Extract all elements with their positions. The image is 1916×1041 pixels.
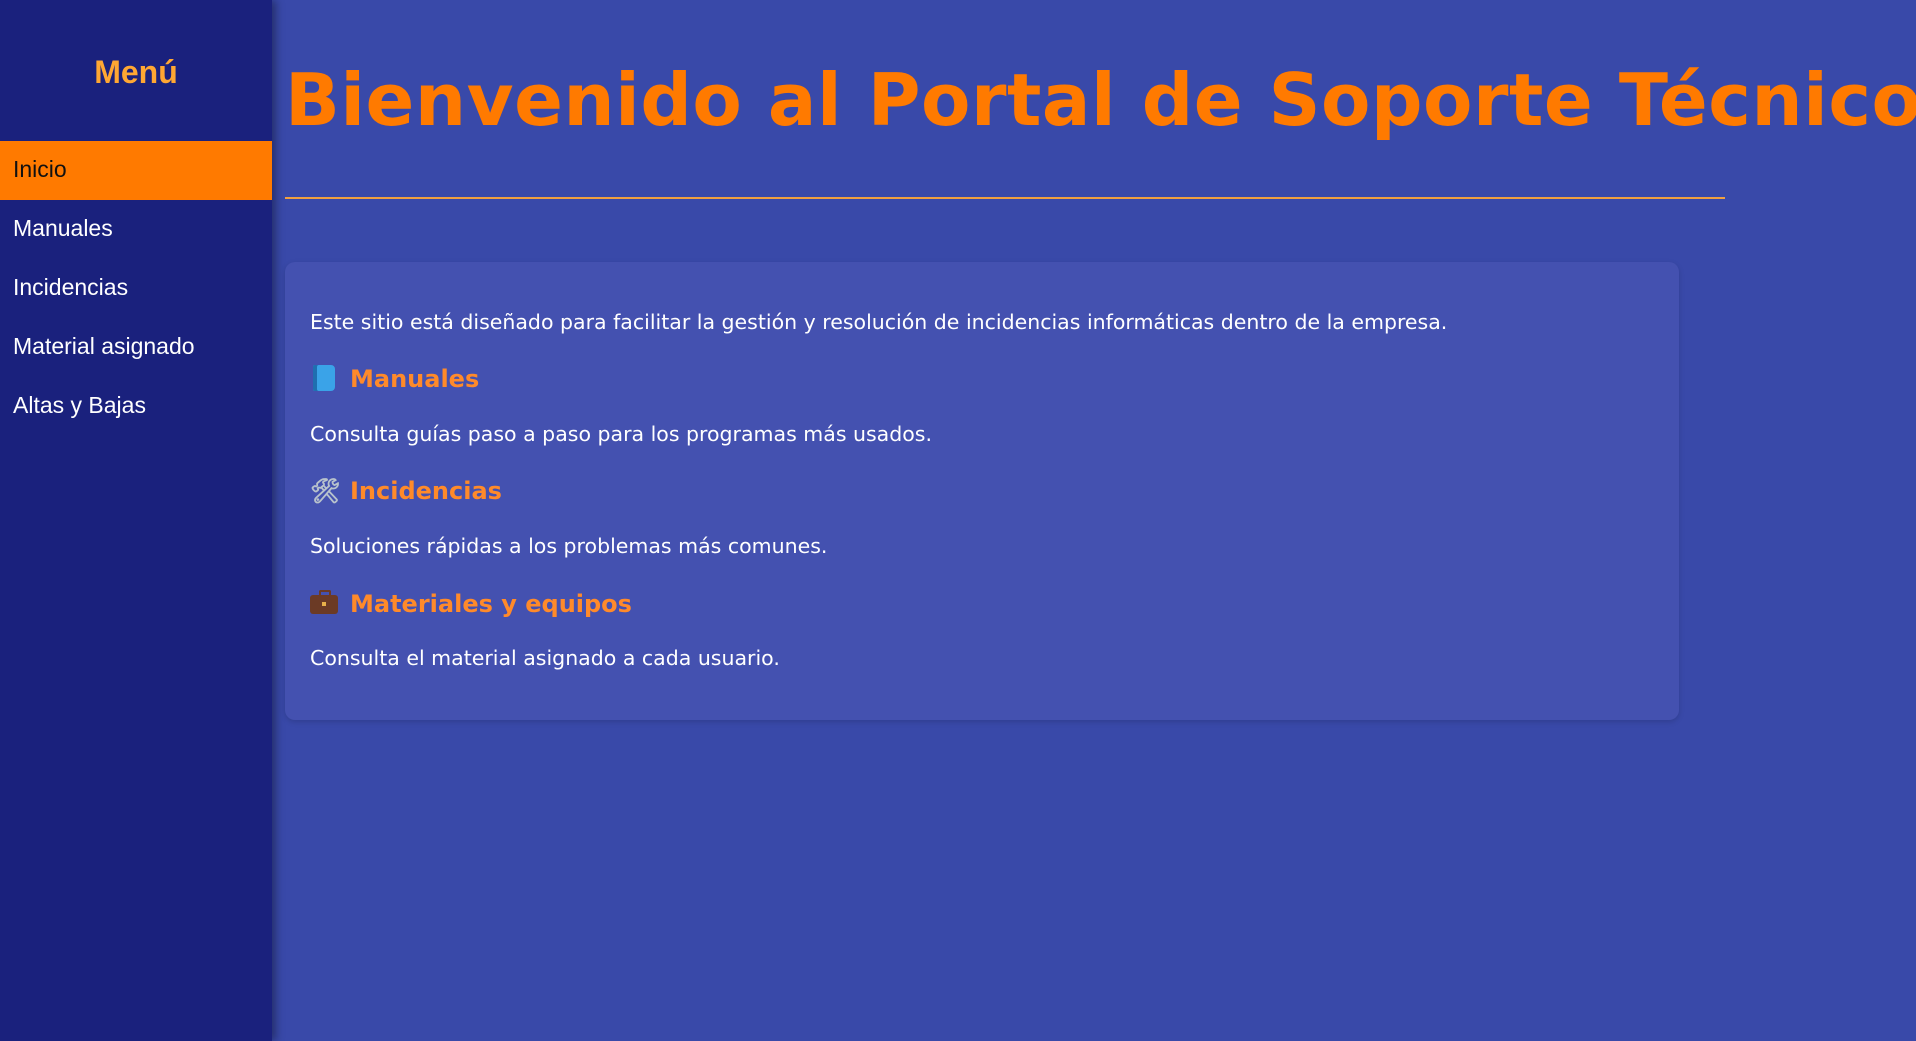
sidebar-item-manuales[interactable]: Manuales — [0, 200, 272, 259]
book-icon — [310, 363, 338, 395]
briefcase-icon — [310, 588, 338, 620]
sidebar-item-altas-y-bajas[interactable]: Altas y Bajas — [0, 377, 272, 436]
sidebar-title: Menú — [94, 54, 178, 90]
welcome-card: Este sitio está diseñado para facilitar … — [285, 262, 1679, 720]
sidebar-item-incidencias[interactable]: Incidencias — [0, 259, 272, 318]
section-heading-materiales: Materiales y equipos — [310, 588, 632, 620]
title-divider — [285, 197, 1725, 199]
intro-text: Este sitio está diseñado para facilitar … — [310, 310, 1448, 334]
sidebar-item-material-asignado[interactable]: Material asignado — [0, 318, 272, 377]
page-title: Bienvenido al Portal de Soporte Técnico — [285, 58, 1916, 142]
section-text-manuales: Consulta guías paso a paso para los prog… — [310, 422, 932, 446]
sidebar-nav: Inicio Manuales Incidencias Material asi… — [0, 141, 272, 436]
section-heading-manuales: Manuales — [310, 363, 479, 395]
section-text-incidencias: Soluciones rápidas a los problemas más c… — [310, 534, 828, 558]
section-heading-incidencias: 🛠 Incidencias — [310, 477, 502, 505]
tools-icon: 🛠 — [310, 477, 341, 505]
sidebar: Menú Inicio Manuales Incidencias Materia… — [0, 0, 272, 1041]
sidebar-item-inicio[interactable]: Inicio — [0, 141, 272, 200]
section-text-materiales: Consulta el material asignado a cada usu… — [310, 646, 780, 670]
